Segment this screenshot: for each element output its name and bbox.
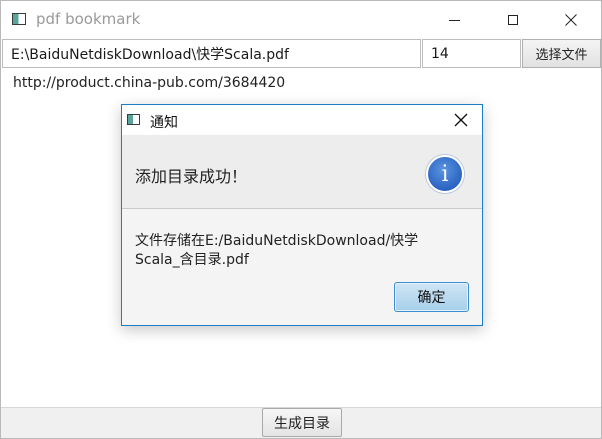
dialog-header: 添加目录成功！ i — [122, 135, 482, 209]
minimize-button[interactable] — [431, 1, 477, 39]
maximize-button[interactable] — [490, 1, 536, 39]
file-controls-row: 选择文件 — [1, 39, 601, 69]
file-path-input[interactable] — [2, 39, 421, 68]
minimize-icon — [448, 19, 460, 21]
dialog-app-icon — [127, 114, 140, 125]
notification-dialog: 通知 添加目录成功！ i 文件存储在E:/BaiduNetdiskDownloa… — [121, 104, 483, 326]
dialog-content-text: 文件存储在E:/BaiduNetdiskDownload/快学Scala_含目录… — [135, 233, 419, 268]
dialog-title: 通知 — [150, 115, 178, 131]
info-icon: i — [426, 155, 464, 193]
dialog-close-button[interactable] — [447, 108, 475, 132]
app-window: pdf bookmark 选择文件 http://product.china-p… — [0, 0, 602, 439]
close-window-button[interactable] — [548, 1, 594, 39]
generate-toc-button[interactable]: 生成目录 — [262, 408, 342, 437]
window-titlebar[interactable]: pdf bookmark — [1, 1, 601, 39]
dialog-titlebar[interactable]: 通知 — [122, 105, 482, 135]
maximize-icon — [508, 15, 518, 25]
close-icon — [565, 14, 577, 26]
dialog-header-text: 添加目录成功！ — [135, 167, 248, 186]
ok-button[interactable]: 确定 — [394, 282, 469, 312]
app-window-icon — [12, 13, 26, 25]
bookmark-url-text[interactable]: http://product.china-pub.com/3684420 — [13, 75, 285, 91]
choose-file-button[interactable]: 选择文件 — [522, 39, 601, 68]
window-title: pdf bookmark — [36, 10, 141, 28]
page-offset-input[interactable] — [422, 39, 521, 68]
close-icon — [454, 113, 468, 127]
